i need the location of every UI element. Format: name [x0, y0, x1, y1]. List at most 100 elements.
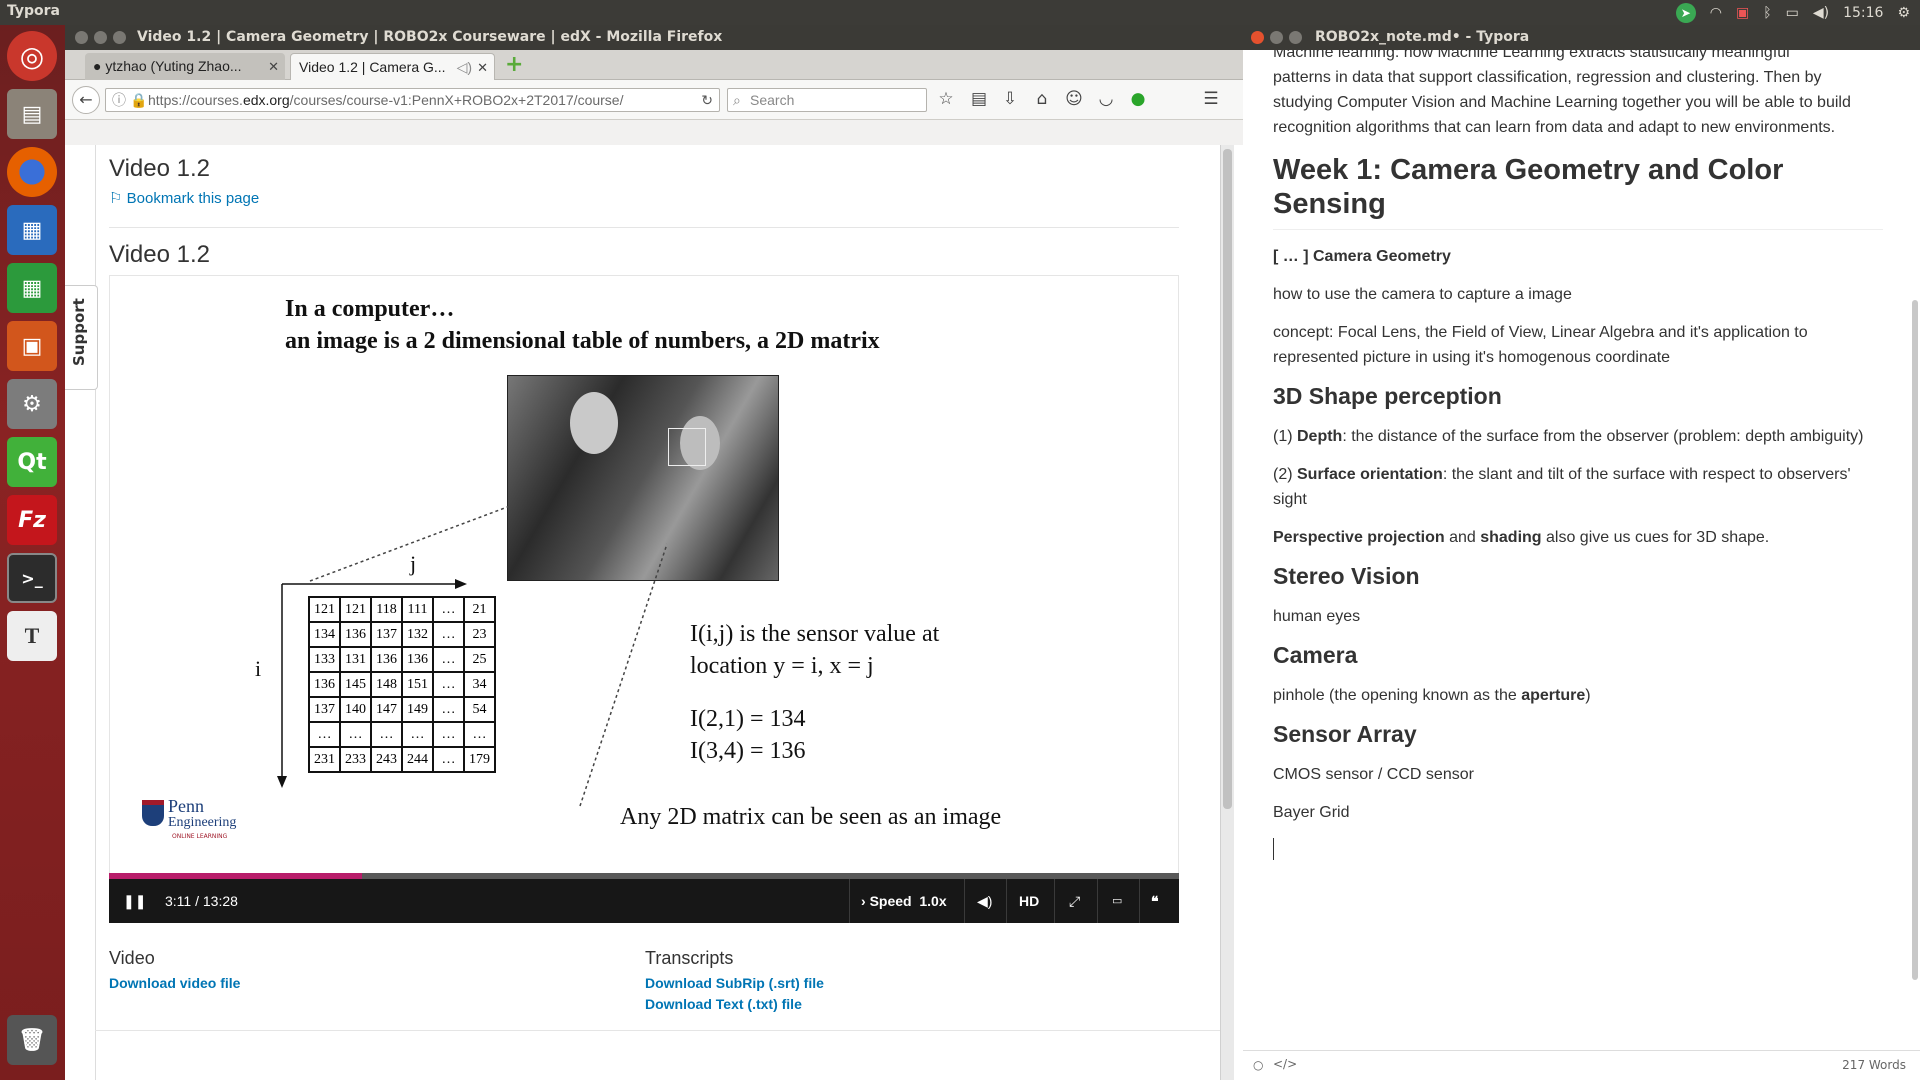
camera-geometry-title: [ … ] Camera Geometry [1273, 248, 1451, 265]
files-icon[interactable]: ▤ [7, 89, 57, 139]
download-srt-link[interactable]: Download SubRip (.srt) file [645, 975, 824, 991]
firefox-icon[interactable] [7, 147, 57, 197]
transcripts-heading: Transcripts [645, 948, 734, 968]
clock[interactable]: 15:16 [1843, 5, 1883, 21]
typora-icon[interactable]: T [7, 611, 57, 661]
close-window-icon[interactable] [75, 31, 88, 44]
tab-strip: ● ytzhao (Yuting Zhao... ✕ Video 1.2 | C… [65, 50, 1243, 80]
tab-edx-video[interactable]: Video 1.2 | Camera G... ◁) ✕ [290, 53, 495, 80]
speed-button[interactable]: › Speed 1.0x [861, 879, 947, 923]
matrix-cell: … [432, 621, 465, 648]
minimize-window-icon[interactable] [1270, 31, 1283, 44]
support-label: Support [70, 298, 88, 366]
maximize-window-icon[interactable] [1289, 31, 1302, 44]
terminal-icon[interactable]: >_ [7, 553, 57, 603]
url-path: /courses/course-v1:PennX+ROBO2x+2T2017/c… [289, 92, 624, 108]
outline-toggle-icon[interactable]: ○ [1253, 1058, 1263, 1072]
volume-icon[interactable]: ◀) [1813, 5, 1829, 21]
matrix-row: 133 131 136 136… 25 [308, 646, 496, 673]
close-tab-icon[interactable]: ✕ [477, 54, 488, 81]
minimize-window-icon[interactable] [94, 31, 107, 44]
sensor-def-line-2: location y = i, x = j [690, 653, 874, 679]
tab-audio-icon[interactable]: ◁) [457, 54, 472, 81]
section-divider [109, 227, 1179, 228]
launcher: ◎ ▤ ▦ ▦ ▣ ⚙ Qt Fz >_ T 🗑 [0, 25, 65, 1080]
perspective-term: Perspective projection [1273, 529, 1445, 546]
support-tab[interactable]: Support [65, 285, 98, 390]
intro-paragraph: patterns in data that support classifica… [1273, 69, 1851, 136]
bookmark-link[interactable]: ⚐ Bookmark this page [109, 189, 259, 207]
fullscreen-icon[interactable]: ⤢ [1069, 879, 1080, 923]
tab-github[interactable]: ● ytzhao (Yuting Zhao... ✕ [85, 53, 285, 80]
close-window-icon[interactable] [1251, 31, 1264, 44]
download-video-link[interactable]: Download video file [109, 975, 240, 991]
url-bar[interactable]: ⓘ 🔒 https://courses.edx.org/courses/cour… [105, 88, 720, 112]
settings-gear-icon[interactable]: ⚙ [1897, 5, 1910, 21]
matrix-cell: 244 [401, 746, 434, 773]
matrix-cell: 21 [463, 596, 496, 623]
extension-icon[interactable]: ● [1127, 89, 1149, 109]
new-tab-button[interactable]: + [505, 52, 523, 77]
captions-icon[interactable]: ▭ [1112, 879, 1122, 923]
matrix-row: 137 140 147 149… 54 [308, 696, 496, 723]
video-downloads: Video Download video file [109, 948, 240, 991]
update-icon[interactable]: ▣ [1736, 5, 1749, 21]
home-icon[interactable]: ⌂ [1031, 89, 1053, 109]
bluetooth-icon[interactable]: ᛒ [1763, 5, 1771, 21]
page-scrollbar[interactable] [1220, 145, 1234, 1080]
back-button[interactable]: ← [72, 86, 100, 114]
menu-icon[interactable]: ☰ [1200, 89, 1222, 109]
orientation-term: Surface orientation [1297, 466, 1443, 483]
camera-suffix: ) [1585, 687, 1591, 704]
firefox-titlebar: Video 1.2 | Camera Geometry | ROBO2x Cou… [65, 25, 1243, 50]
editor-content[interactable]: Machine learning: how Machine Learning e… [1273, 50, 1883, 860]
shading-term: shading [1480, 529, 1542, 546]
impress-icon[interactable]: ▣ [7, 321, 57, 371]
maximize-window-icon[interactable] [113, 31, 126, 44]
logo-line-2: Engineering [168, 815, 237, 830]
download-txt-link[interactable]: Download Text (.txt) file [645, 996, 824, 1012]
transcript-toggle-icon[interactable]: ❝ [1151, 879, 1159, 923]
reading-list-icon[interactable]: ▤ [968, 89, 990, 109]
pocket-icon[interactable]: ◡ [1095, 89, 1117, 109]
system-settings-icon[interactable]: ⚙ [7, 379, 57, 429]
matrix-row: 134 136 137 132… 23 [308, 621, 496, 648]
window-title: Video 1.2 | Camera Geometry | ROBO2x Cou… [137, 29, 723, 45]
bookmark-star-icon[interactable]: ☆ [935, 89, 957, 109]
trash-icon[interactable]: 🗑 [7, 1015, 57, 1065]
word-count[interactable]: 217 Words [1842, 1058, 1906, 1072]
battery-icon[interactable]: ▭ [1786, 5, 1799, 21]
pause-icon[interactable]: ❚❚ [123, 879, 146, 923]
status-bar: ○ </> 217 Words [1243, 1050, 1920, 1080]
hd-button[interactable]: HD [1019, 879, 1039, 923]
calc-icon[interactable]: ▦ [7, 263, 57, 313]
sensor-paragraph-2: Bayer Grid [1273, 804, 1350, 821]
camera-heading: Camera [1273, 642, 1358, 668]
search-placeholder: Search [750, 92, 795, 108]
scrollbar-thumb[interactable] [1912, 300, 1918, 980]
chat-icon[interactable]: ☺ [1063, 89, 1085, 109]
scrollbar-thumb[interactable] [1223, 149, 1232, 809]
matrix-cell: 136 [308, 671, 341, 698]
search-input[interactable]: ⌕ Search [727, 88, 927, 112]
downloads-icon[interactable]: ⇩ [999, 89, 1021, 109]
reload-icon[interactable]: ↻ [697, 89, 713, 111]
info-icon[interactable]: ⓘ [112, 89, 126, 111]
active-app-name: Typora [7, 3, 61, 19]
telegram-icon[interactable]: ➤ [1675, 3, 1696, 23]
source-mode-icon[interactable]: </> [1273, 1057, 1297, 1071]
video-player[interactable]: In a computer… an image is a 2 dimension… [109, 275, 1179, 923]
ubuntu-dash-icon[interactable]: ◎ [7, 31, 57, 81]
close-tab-icon[interactable]: ✕ [268, 53, 279, 80]
matrix-cell: 148 [370, 671, 403, 698]
volume-icon[interactable]: ◀) [977, 879, 992, 923]
filezilla-icon[interactable]: Fz [7, 495, 57, 545]
page-content: Support Video 1.2 ⚐ Bookmark this page V… [65, 145, 1243, 1080]
editor-area[interactable]: Machine learning: how Machine Learning e… [1243, 50, 1920, 1050]
wifi-icon[interactable]: ◠ [1710, 5, 1722, 21]
qt-creator-icon[interactable]: Qt [7, 437, 57, 487]
control-divider [1097, 879, 1098, 923]
writer-icon[interactable]: ▦ [7, 205, 57, 255]
axis-j-label: j [410, 551, 417, 576]
editor-scrollbar[interactable] [1910, 50, 1920, 1050]
